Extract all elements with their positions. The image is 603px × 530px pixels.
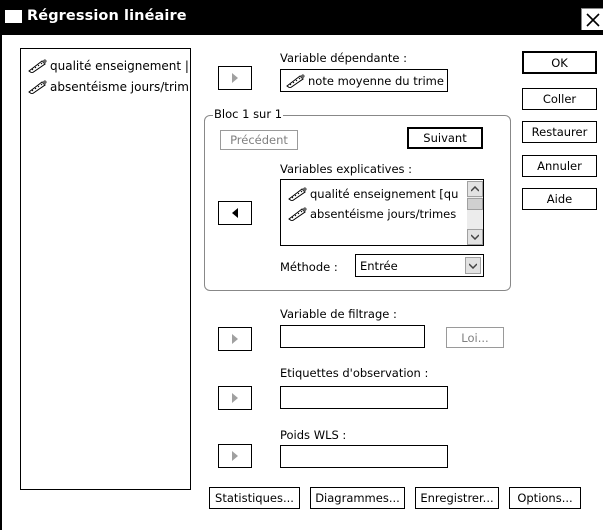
filter-variable-field[interactable] xyxy=(280,325,425,348)
source-variable-list[interactable]: qualité enseignement | absentéisme jours… xyxy=(20,48,191,490)
arrow-right-icon xyxy=(232,334,238,344)
case-labels-field[interactable] xyxy=(280,386,448,409)
wls-weight-field[interactable] xyxy=(280,445,448,468)
help-button[interactable]: Aide xyxy=(522,188,597,210)
move-dependent-button[interactable] xyxy=(218,66,252,90)
method-value: Entrée xyxy=(360,258,398,273)
dependent-variable-label: Variable dépendante : xyxy=(280,51,408,65)
save-button[interactable]: Enregistrer... xyxy=(415,487,499,509)
ruler-pencil-icon xyxy=(288,187,307,201)
ruler-pencil-icon xyxy=(288,207,307,221)
move-filter-button[interactable] xyxy=(218,327,252,351)
arrow-right-icon xyxy=(232,73,238,83)
reset-button[interactable]: Restaurer xyxy=(522,121,597,143)
list-item-label: qualité enseignement | xyxy=(50,59,189,73)
move-wls-button[interactable] xyxy=(218,444,252,468)
list-item[interactable]: absentéisme jours/trimes xyxy=(287,206,456,222)
independents-label: Variables explicatives : xyxy=(280,162,413,176)
method-select[interactable]: Entrée xyxy=(355,254,484,277)
independents-list[interactable]: qualité enseignement [qu absentéisme jou… xyxy=(280,179,484,246)
dependent-variable-field[interactable]: note moyenne du trime xyxy=(280,69,448,92)
options-button[interactable]: Options... xyxy=(509,487,581,509)
move-independent-button[interactable] xyxy=(218,201,252,225)
arrow-left-icon xyxy=(232,208,238,218)
ruler-pencil-icon xyxy=(28,59,47,73)
case-labels-label: Etiquettes d'observation : xyxy=(280,366,429,380)
scroll-thumb[interactable] xyxy=(467,198,483,210)
scroll-up-button[interactable] xyxy=(467,181,483,197)
chevron-up-icon xyxy=(471,186,479,192)
window-border xyxy=(0,35,2,530)
ruler-pencil-icon xyxy=(286,73,305,88)
scrollbar[interactable] xyxy=(467,181,483,245)
list-item-label: qualité enseignement [qu xyxy=(310,187,459,201)
dialog-window: Régression linéaire qualité enseignement… xyxy=(0,0,603,530)
arrow-right-icon xyxy=(232,451,238,461)
close-icon xyxy=(585,12,600,27)
cancel-button[interactable]: Annuler xyxy=(522,155,597,177)
ruler-pencil-icon xyxy=(28,80,47,94)
ok-button[interactable]: OK xyxy=(522,51,597,74)
plots-button[interactable]: Diagrammes... xyxy=(310,487,405,509)
block-legend: Bloc 1 sur 1 xyxy=(213,107,284,121)
dependent-variable-value: note moyenne du trime xyxy=(308,73,444,88)
statistics-button[interactable]: Statistiques... xyxy=(209,487,300,509)
list-item[interactable]: absentéisme jours/trim xyxy=(27,79,189,95)
window-icon xyxy=(5,10,22,23)
chevron-down-icon xyxy=(469,262,477,269)
filter-variable-label: Variable de filtrage : xyxy=(280,307,397,321)
method-dropdown-button[interactable] xyxy=(465,257,481,274)
list-item[interactable]: qualité enseignement | xyxy=(27,58,189,74)
next-button[interactable]: Suivant xyxy=(407,127,483,149)
arrow-right-icon xyxy=(232,393,238,403)
wls-weight-label: Poids WLS : xyxy=(280,428,347,442)
chevron-down-icon xyxy=(471,234,479,240)
rule-button[interactable]: Loi... xyxy=(446,327,504,348)
close-button[interactable] xyxy=(581,8,603,30)
list-item[interactable]: qualité enseignement [qu xyxy=(287,186,458,202)
paste-button[interactable]: Coller xyxy=(522,88,597,110)
move-case-labels-button[interactable] xyxy=(218,386,252,410)
method-label: Méthode : xyxy=(280,260,338,274)
window-title: Régression linéaire xyxy=(27,8,187,24)
list-item-label: absentéisme jours/trim xyxy=(50,80,189,94)
title-bar[interactable]: Régression linéaire xyxy=(0,0,603,35)
list-item-label: absentéisme jours/trimes xyxy=(310,207,457,221)
previous-button[interactable]: Précédent xyxy=(220,130,298,150)
scroll-down-button[interactable] xyxy=(467,229,483,245)
